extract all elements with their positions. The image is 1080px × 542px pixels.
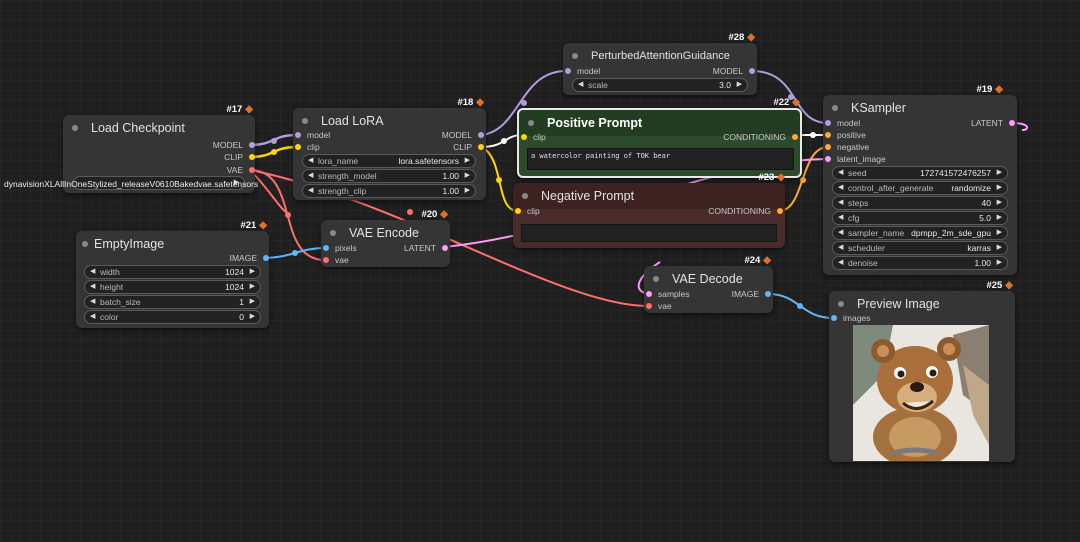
seed-widget[interactable]: ◀ seed 172741572476257 ▶ <box>832 166 1008 180</box>
node-id-badge: #17 ◆ <box>226 104 253 115</box>
fox-badge-icon: ◆ <box>747 32 755 43</box>
height-widget[interactable]: ◀ height 1024 ▶ <box>84 280 261 294</box>
negative-prompt-text[interactable] <box>521 224 777 242</box>
strength-model-widget[interactable]: ◀ strength_model 1.00 ▶ <box>302 169 476 183</box>
input-samples[interactable]: samples <box>646 288 690 300</box>
output-image[interactable]: IMAGE <box>732 288 771 300</box>
output-vae[interactable]: VAE <box>227 164 255 176</box>
input-clip[interactable]: clip <box>295 141 320 153</box>
input-positive[interactable]: positive <box>825 129 866 141</box>
node-id-badge: #24 ◆ <box>744 255 771 266</box>
node-preview-image[interactable]: Preview Image #25 ◆ images <box>829 280 1015 462</box>
node-id-badge: #28 ◆ <box>728 32 755 43</box>
collapse-dot-icon[interactable] <box>838 301 844 307</box>
node-id-badge: #23 ◆ <box>758 172 785 183</box>
input-vae[interactable]: vae <box>646 300 672 312</box>
fox-badge-icon: ◆ <box>440 209 448 220</box>
fox-badge-icon: ◆ <box>792 97 800 108</box>
fox-badge-icon: ◆ <box>777 172 785 183</box>
input-model[interactable]: model <box>565 65 600 77</box>
steps-widget[interactable]: ◀ steps 40 ▶ <box>832 196 1008 210</box>
node-load-lora[interactable]: Load LoRA #18 ◆ model clip MODEL CLIP ◀ lo… <box>293 97 486 200</box>
output-latent[interactable]: LATENT <box>971 117 1015 129</box>
input-negative[interactable]: negative <box>825 141 869 153</box>
output-conditioning[interactable]: CONDITIONING <box>723 131 798 143</box>
output-model[interactable]: MODEL <box>713 65 755 77</box>
fox-badge-icon: ◆ <box>763 255 771 266</box>
input-clip[interactable]: clip <box>521 131 546 143</box>
bear-preview-image <box>853 325 989 461</box>
collapse-dot-icon[interactable] <box>302 118 308 124</box>
output-clip[interactable]: CLIP <box>224 151 255 163</box>
collapse-dot-icon[interactable] <box>528 120 534 126</box>
batch-size-widget[interactable]: ◀ batch_size 1 ▶ <box>84 295 261 309</box>
output-conditioning[interactable]: CONDITIONING <box>708 205 783 217</box>
node-pag[interactable]: PerturbedAttentionGuidance #28 ◆ model MO… <box>563 32 757 95</box>
fox-badge-icon: ◆ <box>476 97 484 108</box>
collapse-dot-icon[interactable] <box>522 193 528 199</box>
fox-badge-icon: ◆ <box>1005 280 1013 291</box>
output-clip[interactable]: CLIP <box>453 141 484 153</box>
input-model[interactable]: model <box>295 129 330 141</box>
input-pixels[interactable]: pixels <box>323 242 357 254</box>
control-after-generate-widget[interactable]: ◀ control_after_generate randomize ▶ <box>832 181 1008 195</box>
node-vae-decode[interactable]: VAE Decode #24 ◆ samples vae IMAGE <box>644 255 773 313</box>
node-id-badge: #20 ◆ <box>421 209 448 220</box>
collapse-dot-icon[interactable] <box>82 241 88 247</box>
node-id-badge: #22 ◆ <box>773 97 800 108</box>
positive-prompt-text[interactable]: a watercolor painting of TOK bear <box>527 148 794 170</box>
output-model[interactable]: MODEL <box>442 129 484 141</box>
output-image[interactable]: IMAGE <box>230 252 269 264</box>
fox-badge-icon: ◆ <box>259 220 267 231</box>
collapse-dot-icon[interactable] <box>72 125 78 131</box>
node-empty-image[interactable]: EmptyImage #21 ◆ IMAGE ◀ width 1024 ▶ ◀ heigh… <box>76 220 269 328</box>
fox-badge-icon: ◆ <box>245 104 253 115</box>
scale-widget[interactable]: ◀ scale 3.0 ▶ <box>572 78 748 92</box>
sampler-name-widget[interactable]: ◀ sampler_name dpmpp_2m_sde_gpu ▶ <box>832 226 1008 240</box>
ckpt-name-value: dynavisionXLAllInOneStylized_releaseV061… <box>4 179 259 189</box>
node-positive-prompt[interactable]: Positive Prompt #22 ◆ clip CONDITIONING a… <box>517 97 802 178</box>
node-id-badge: #18 ◆ <box>457 97 484 108</box>
collapse-dot-icon[interactable] <box>572 53 578 59</box>
cfg-widget[interactable]: ◀ cfg 5.0 ▶ <box>832 211 1008 225</box>
input-clip[interactable]: clip <box>515 205 540 217</box>
node-ksampler[interactable]: KSampler #19 ◆ model positive negative la… <box>823 84 1017 275</box>
node-id-badge: #25 ◆ <box>986 280 1013 291</box>
node-title: Load Checkpoint <box>63 115 255 141</box>
width-widget[interactable]: ◀ width 1024 ▶ <box>84 265 261 279</box>
fox-badge-icon: ◆ <box>995 84 1003 95</box>
input-latent-image[interactable]: latent_image <box>825 153 886 165</box>
node-id-badge: #21 ◆ <box>240 220 267 231</box>
node-vae-encode[interactable]: VAE Encode #20 ◆ pixels vae LATENT <box>321 209 450 267</box>
input-vae[interactable]: vae <box>323 254 349 266</box>
denoise-widget[interactable]: ◀ denoise 1.00 ▶ <box>832 256 1008 270</box>
input-model[interactable]: model <box>825 117 860 129</box>
node-id-badge: #19 ◆ <box>976 84 1003 95</box>
color-widget[interactable]: ◀ color 0 ▶ <box>84 310 261 324</box>
collapse-dot-icon[interactable] <box>832 105 838 111</box>
scheduler-widget[interactable]: ◀ scheduler karras ▶ <box>832 241 1008 255</box>
collapse-dot-icon[interactable] <box>653 276 659 282</box>
output-latent[interactable]: LATENT <box>404 242 448 254</box>
node-negative-prompt[interactable]: Negative Prompt #23 ◆ clip CONDITIONING <box>513 172 785 248</box>
lora-name-widget[interactable]: ◀ lora_name lora.safetensors ▶ <box>302 154 476 168</box>
output-model[interactable]: MODEL <box>213 139 255 151</box>
input-images[interactable]: images <box>831 312 870 324</box>
strength-clip-widget[interactable]: ◀ strength_clip 1.00 ▶ <box>302 184 476 198</box>
collapse-dot-icon[interactable] <box>330 230 336 236</box>
